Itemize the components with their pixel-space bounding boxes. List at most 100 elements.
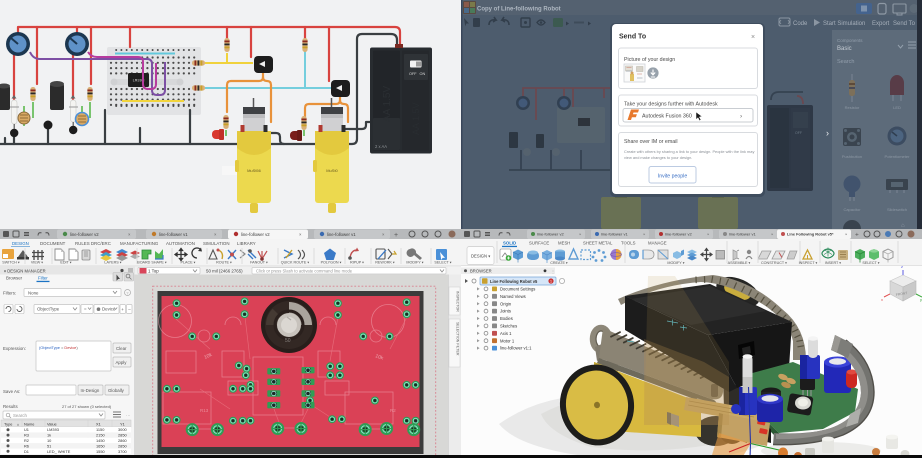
svg-text:Invite people: Invite people (658, 174, 688, 180)
svg-text:line-follower v1: line-follower v1 (159, 232, 188, 237)
svg-text:Apply: Apply (116, 360, 128, 365)
svg-text:PLACE ▾: PLACE ▾ (181, 260, 196, 264)
svg-text:›: › (740, 113, 742, 120)
svg-text:REWORK ▾: REWORK ▾ (375, 260, 395, 264)
svg-text:line-follower v2: line-follower v2 (70, 232, 99, 237)
svg-text:OFF: OFF (409, 72, 417, 76)
svg-text:+: + (855, 232, 859, 239)
svg-text:Search: Search (837, 59, 854, 65)
svg-text:2850: 2850 (118, 433, 127, 438)
svg-text:3700: 3700 (118, 449, 127, 454)
svg-text:LM393: LM393 (47, 427, 59, 432)
svg-text:RULES DRC/ERC: RULES DRC/ERC (75, 241, 111, 246)
svg-text:Line Following Robot v5: Line Following Robot v5 (490, 279, 538, 284)
svg-text:1 Top: 1 Top (148, 269, 159, 274)
svg-text:Device: Device (102, 307, 116, 312)
svg-text:line-follower v2: line-follower v2 (241, 232, 270, 237)
svg-text:50: 50 (285, 338, 291, 344)
svg-text:INSERT ▾: INSERT ▾ (825, 261, 841, 265)
svg-text:(ObjectType = Device): (ObjectType = Device) (39, 345, 78, 350)
svg-text:AA 1.5V: AA 1.5V (382, 86, 393, 122)
svg-text:LIBRARY: LIBRARY (237, 241, 256, 246)
svg-text:MODIFY ▾: MODIFY ▾ (406, 260, 423, 264)
svg-text:SIMULATION: SIMULATION (203, 241, 230, 246)
svg-text:Send To: Send To (619, 34, 646, 41)
svg-text:line-follower v1: line-follower v1 (327, 232, 356, 237)
svg-text:Value: Value (47, 421, 57, 426)
svg-text:Start Simulation: Start Simulation (823, 21, 865, 27)
svg-text:INSPECT ▾: INSPECT ▾ (799, 261, 818, 265)
svg-text:R6: R6 (24, 443, 29, 448)
svg-text:×: × (751, 34, 755, 41)
svg-text:POLYGON ▾: POLYGON ▾ (321, 260, 342, 264)
svg-text:Send To: Send To (893, 21, 916, 27)
svg-text:Clear: Clear (116, 346, 127, 351)
svg-text:Create with others by sharing: Create with others by sharing a link to … (624, 149, 754, 154)
svg-text:SOLID: SOLID (503, 241, 516, 246)
svg-text:LED_ WHITE: LED_ WHITE (47, 449, 71, 454)
svg-text:Line Following Robot v5*: Line Following Robot v5* (787, 232, 834, 237)
svg-text:EDIT ▾: EDIT ▾ (60, 260, 71, 264)
svg-text:LAYERS ▾: LAYERS ▾ (104, 260, 121, 264)
svg-text:X1: X1 (96, 421, 101, 426)
svg-text:DOCUMENT: DOCUMENT (40, 241, 66, 246)
svg-text:AUTOMATION: AUTOMATION (166, 241, 195, 246)
svg-text:Filters:: Filters: (3, 291, 16, 296)
svg-text:QUICK ROUTE ▾: QUICK ROUTE ▾ (281, 260, 310, 264)
svg-text:Browser: Browser (6, 276, 23, 281)
svg-text:Basic: Basic (837, 46, 852, 52)
svg-text:1650: 1650 (96, 443, 105, 448)
svg-text:INSPECTOR: INSPECTOR (456, 291, 460, 312)
svg-text:ON: ON (420, 72, 426, 76)
svg-text:None: None (28, 291, 39, 296)
svg-text:Components: Components (837, 38, 863, 43)
svg-text:CONSTRUCT ▾: CONSTRUCT ▾ (761, 261, 787, 265)
svg-text:=: = (84, 307, 87, 312)
svg-text:ObjectType: ObjectType (37, 307, 60, 312)
svg-text:Globally: Globally (108, 388, 125, 393)
svg-text:Motor 1: Motor 1 (500, 338, 515, 343)
svg-text:ROUTE ▾: ROUTE ▾ (216, 260, 232, 264)
svg-text:Potentiometer: Potentiometer (885, 154, 911, 159)
svg-text:MANAGE: MANAGE (648, 241, 667, 246)
svg-text:OFF: OFF (795, 131, 802, 135)
svg-text:AA 1.5V: AA 1.5V (411, 102, 421, 135)
svg-text:ASSEMBLE ▾: ASSEMBLE ▾ (728, 261, 751, 265)
svg-text:LED: LED (893, 105, 901, 110)
svg-text:+: + (394, 232, 398, 239)
svg-text:Share over IM or email: Share over IM or email (624, 139, 678, 145)
svg-text:z: z (901, 264, 903, 269)
svg-text:In-Design: In-Design (81, 388, 100, 393)
svg-text:1450: 1450 (96, 438, 105, 443)
svg-text:Slideswitch: Slideswitch (887, 207, 907, 212)
svg-text:MANUFACTURING: MANUFACTURING (120, 241, 159, 246)
svg-text:2860: 2860 (118, 438, 127, 443)
svg-text:Pushbutton: Pushbutton (842, 154, 862, 159)
svg-text:DESIGN ▾: DESIGN ▾ (471, 254, 490, 259)
svg-text:Export: Export (872, 21, 890, 27)
svg-text:BOARD SHAPE ▾: BOARD SHAPE ▾ (137, 260, 167, 264)
svg-text:2850: 2850 (118, 443, 127, 448)
svg-text:›: › (826, 128, 829, 138)
svg-text:SWITCH ▾: SWITCH ▾ (2, 260, 20, 264)
svg-text:⋮: ⋮ (551, 269, 555, 274)
svg-text:+: + (121, 307, 124, 312)
svg-text:view and make changes to your: view and make changes to your design. (624, 155, 692, 160)
svg-text:Search: Search (13, 413, 27, 418)
svg-text:Resistor: Resistor (845, 105, 860, 110)
svg-text:SURFACE: SURFACE (529, 241, 549, 246)
svg-text:Origin: Origin (500, 301, 512, 306)
svg-text:MESH: MESH (558, 241, 570, 246)
svg-text:R3: R3 (24, 433, 29, 438)
svg-text:Results: Results (3, 404, 18, 409)
svg-text:Autodesk Fusion 360: Autodesk Fusion 360 (642, 114, 692, 120)
svg-text:Bodies: Bodies (500, 316, 513, 321)
svg-text:line-follower v2: line-follower v2 (665, 232, 692, 237)
svg-text:line-follower v1: line-follower v1 (729, 232, 756, 237)
svg-text:1k: 1k (47, 433, 51, 438)
svg-text:⋯: ⋯ (126, 413, 130, 418)
svg-text:line-follower v1:1: line-follower v1:1 (500, 346, 532, 351)
svg-text:Picture of your design: Picture of your design (624, 57, 675, 63)
svg-text:R2: R2 (24, 438, 29, 443)
svg-text:1550: 1550 (96, 449, 105, 454)
